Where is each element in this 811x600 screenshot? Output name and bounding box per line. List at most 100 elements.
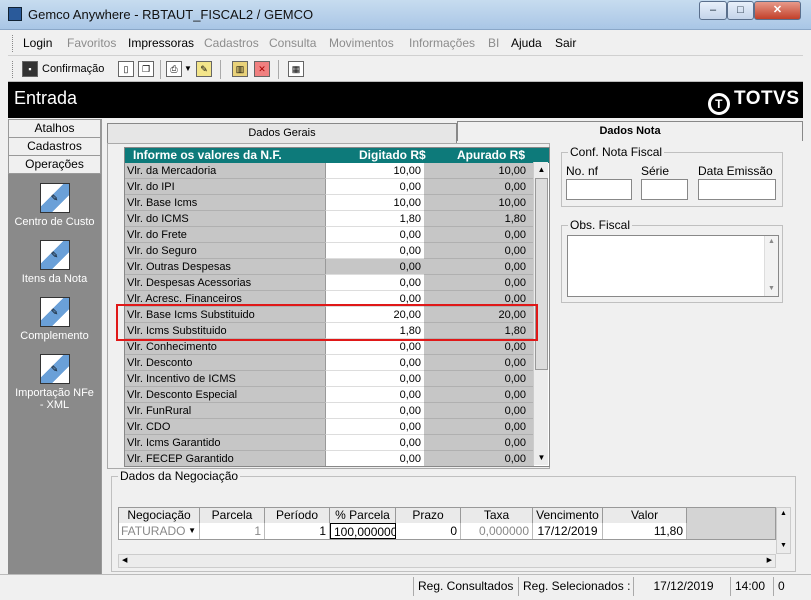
menu-movimentos[interactable]: Movimentos <box>329 36 394 50</box>
chevron-down-icon[interactable]: ▼ <box>188 523 196 539</box>
sidebar-item-centro-de-custo[interactable]: ✎ Centro de Custo <box>8 183 101 228</box>
grid-header-label: Informe os valores da N.F. <box>133 148 282 162</box>
scroll-thumb[interactable] <box>535 178 548 370</box>
toolbar-separator <box>160 60 161 79</box>
apurado-value: 10,00 <box>424 195 534 211</box>
tab-dados-gerais[interactable]: Dados Gerais <box>107 123 457 143</box>
parcela-cell: 1 <box>200 523 265 539</box>
delete-books-icon[interactable]: ✕ <box>254 61 270 77</box>
row-label: Vlr. Desconto Especial <box>125 387 325 403</box>
sidebar-item-complemento[interactable]: ✎ Complemento <box>8 297 101 342</box>
scroll-up-icon[interactable]: ▲ <box>534 162 549 177</box>
row-label: Vlr. Desconto <box>125 355 325 371</box>
scroll-left-icon[interactable]: ◀ <box>122 556 127 564</box>
no-nf-label: No. nf <box>566 164 599 178</box>
digitado-input[interactable]: 0,00 <box>325 451 424 466</box>
books-icon[interactable]: ▥ <box>232 61 248 77</box>
negociacao-vscroll[interactable]: ▲ ▼ <box>776 507 791 554</box>
col-parcela: Parcela <box>200 508 265 523</box>
digitado-input[interactable]: 0,00 <box>325 243 424 259</box>
close-button[interactable]: ✕ <box>754 1 801 20</box>
scroll-up-icon[interactable]: ▲ <box>768 238 775 245</box>
conf-nota-fiscal-legend: Conf. Nota Fiscal <box>570 145 663 159</box>
scroll-down-icon[interactable]: ▼ <box>768 285 775 292</box>
toolbar-separator <box>220 60 221 79</box>
menu-consulta[interactable]: Consulta <box>269 36 316 50</box>
toolbar-separator <box>278 60 279 79</box>
digitado-input[interactable]: 0,00 <box>325 179 424 195</box>
obs-scrollbar[interactable]: ▲ ▼ <box>764 236 778 296</box>
obs-fiscal-textarea[interactable]: ▲ ▼ <box>567 235 779 297</box>
menu-ajuda[interactable]: Ajuda <box>511 36 542 50</box>
row-label: Vlr. Conhecimento <box>125 339 325 355</box>
digitado-input[interactable]: 1,80 <box>325 211 424 227</box>
new-document-icon[interactable]: ▯ <box>118 61 134 77</box>
digitado-input[interactable]: 0,00 <box>325 403 424 419</box>
row-label: Vlr. do Seguro <box>125 243 325 259</box>
printer-dropdown-icon[interactable]: ▼ <box>184 64 192 73</box>
apurado-value: 0,00 <box>424 227 534 243</box>
sidebar-tab-atalhos[interactable]: Atalhos <box>8 119 101 138</box>
scroll-down-icon[interactable]: ▼ <box>780 542 787 549</box>
digitado-input[interactable]: 0,00 <box>325 355 424 371</box>
grid-row: Vlr. da Mercadoria 10,00 10,00 <box>125 163 534 179</box>
pct-parcela-cell[interactable]: 100,000000 <box>330 523 397 539</box>
digitado-input[interactable]: 0,00 <box>325 371 424 387</box>
valor-cell[interactable]: 11,80 <box>603 523 687 539</box>
serie-input[interactable] <box>641 179 688 200</box>
confirm-button[interactable]: Confirmação <box>42 63 104 75</box>
negociacao-select[interactable]: FATURADO ▼ <box>119 523 200 539</box>
digitado-input[interactable]: 0,00 <box>325 419 424 435</box>
digitado-input[interactable]: 0,00 <box>325 339 424 355</box>
grid-header-apurado: Apurado R$ <box>457 148 526 162</box>
scroll-up-icon[interactable]: ▲ <box>780 510 787 517</box>
negociacao-value: FATURADO <box>121 524 186 538</box>
vencimento-cell[interactable]: 17/12/2019 <box>533 523 603 539</box>
totvs-logo: T TOTVS <box>708 88 800 115</box>
sidebar-item-label: Itens da Nota <box>21 273 88 285</box>
digitado-input[interactable]: 10,00 <box>325 163 424 179</box>
apurado-value: 0,00 <box>424 451 534 466</box>
menu-login[interactable]: Login <box>23 36 52 50</box>
no-nf-input[interactable] <box>566 179 632 200</box>
calendar-icon[interactable]: ▦ <box>288 61 304 77</box>
col-taxa: Taxa <box>461 508 533 523</box>
menu-cadastros[interactable]: Cadastros <box>204 36 259 50</box>
sidebar-item-itens-da-nota[interactable]: ✎ Itens da Nota <box>8 240 101 285</box>
print-preview-icon[interactable]: ✎ <box>196 61 212 77</box>
minimize-button[interactable]: – <box>699 1 727 20</box>
sidebar-tab-operacoes[interactable]: Operações <box>8 155 101 174</box>
prazo-cell[interactable]: 0 <box>396 523 461 539</box>
scroll-right-icon[interactable]: ▶ <box>767 556 772 564</box>
digitado-input[interactable]: 0,00 <box>325 275 424 291</box>
menu-favoritos[interactable]: Favoritos <box>67 36 116 50</box>
digitado-input[interactable]: 0,00 <box>325 227 424 243</box>
scroll-down-icon[interactable]: ▼ <box>534 450 549 465</box>
digitado-input[interactable]: 0,00 <box>325 435 424 451</box>
row-label: Vlr. da Mercadoria <box>125 163 325 179</box>
menu-bi[interactable]: BI <box>488 36 499 50</box>
maximize-button[interactable]: □ <box>727 1 754 20</box>
digitado-input: 0,00 <box>325 259 424 275</box>
menu-sair[interactable]: Sair <box>555 36 576 50</box>
printer-icon[interactable]: ⎙ <box>166 61 182 77</box>
col-vencimento: Vencimento <box>533 508 603 523</box>
menu-impressoras[interactable]: Impressoras <box>128 36 194 50</box>
grid-row: Vlr. Desconto Especial 0,00 0,00 <box>125 387 534 403</box>
sidebar-tab-cadastros[interactable]: Cadastros <box>8 137 101 156</box>
negociacao-hscroll[interactable]: ◀ ▶ <box>118 554 776 568</box>
data-emissao-input[interactable] <box>698 179 776 200</box>
periodo-cell[interactable]: 1 <box>265 523 330 539</box>
menu-informacoes[interactable]: Informações <box>409 36 475 50</box>
menu-grip <box>12 35 15 52</box>
grid-row: Vlr. FunRural 0,00 0,00 <box>125 403 534 419</box>
digitado-input[interactable]: 10,00 <box>325 195 424 211</box>
copy-document-icon[interactable]: ❐ <box>138 61 154 77</box>
grid-row: Vlr. Conhecimento 0,00 0,00 <box>125 339 534 355</box>
digitado-input[interactable]: 0,00 <box>325 387 424 403</box>
grid-row: Vlr. FECEP Garantido 0,00 0,00 <box>125 451 534 466</box>
apurado-value: 0,00 <box>424 403 534 419</box>
tab-dados-nota[interactable]: Dados Nota <box>457 121 803 141</box>
save-icon[interactable]: ▪ <box>22 61 38 77</box>
sidebar-item-importacao-nfe[interactable]: ✎ Importação NFe - XML <box>8 354 101 411</box>
